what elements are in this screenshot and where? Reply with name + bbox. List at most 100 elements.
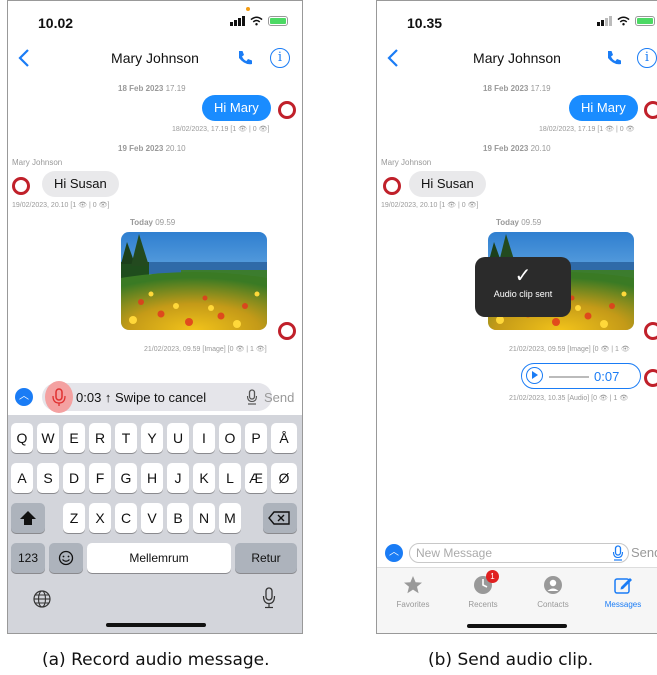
caption-a: (a) Record audio message.: [42, 650, 270, 670]
privacy-indicator: [246, 7, 250, 11]
key[interactable]: A: [11, 463, 33, 493]
message-meta: 18/02/2023, 17.19 [1 👁 | 0 👁]: [172, 126, 270, 133]
key[interactable]: Å: [271, 423, 297, 453]
phone-screen-record: 10.02 Mary Johnson i 18 Feb 2023 17.19 H…: [7, 0, 303, 634]
toast-notification: ✓ Audio clip sent: [475, 257, 571, 317]
message-meta: 19/02/2023, 20.10 [1 👁 | 0 👁]: [12, 202, 110, 209]
tab-bar: Favorites 1 Recents Contacts Messages: [377, 567, 657, 633]
home-indicator: [467, 624, 567, 628]
tulip-field-image: [121, 232, 267, 330]
avatar: [383, 177, 401, 195]
backspace-icon: [268, 511, 290, 525]
key[interactable]: X: [89, 503, 111, 533]
dictation-microphone-icon[interactable]: [262, 587, 276, 609]
incoming-message[interactable]: Hi Susan: [42, 171, 119, 197]
key[interactable]: E: [63, 423, 85, 453]
audio-duration: 0:07: [594, 369, 620, 384]
key[interactable]: U: [167, 423, 189, 453]
emoji-icon: [58, 550, 74, 566]
signal-icon: [597, 16, 612, 26]
sender-name: Mary Johnson: [381, 158, 432, 167]
key[interactable]: Y: [141, 423, 163, 453]
key[interactable]: G: [115, 463, 137, 493]
date-separator: 18 Feb 2023 17.19: [483, 84, 551, 93]
status-icons: [597, 16, 655, 26]
toast-text: Audio clip sent: [493, 289, 553, 299]
nav-bar: Mary Johnson i: [8, 39, 302, 77]
emoji-key[interactable]: [49, 543, 83, 573]
key[interactable]: M: [219, 503, 241, 533]
expand-chevron-icon[interactable]: ︿: [15, 388, 33, 406]
record-button[interactable]: [45, 381, 73, 413]
globe-icon[interactable]: [32, 589, 52, 609]
key[interactable]: Q: [11, 423, 33, 453]
info-icon[interactable]: i: [637, 48, 657, 68]
key[interactable]: L: [219, 463, 241, 493]
audio-progress-track[interactable]: [549, 376, 589, 378]
image-message[interactable]: [121, 232, 267, 330]
key[interactable]: K: [193, 463, 215, 493]
send-button[interactable]: Send: [264, 390, 294, 405]
key[interactable]: Æ: [245, 463, 267, 493]
tab-recents[interactable]: 1 Recents: [451, 570, 515, 609]
key[interactable]: D: [63, 463, 85, 493]
key[interactable]: J: [167, 463, 189, 493]
status-time: 10.35: [407, 15, 443, 31]
play-icon[interactable]: [526, 367, 543, 384]
notification-badge: 1: [486, 570, 499, 583]
key[interactable]: H: [141, 463, 163, 493]
key[interactable]: T: [115, 423, 137, 453]
microphone-icon: [52, 388, 66, 406]
sender-name: Mary Johnson: [12, 158, 63, 167]
microphone-icon[interactable]: [246, 389, 258, 405]
avatar: [644, 322, 657, 340]
key[interactable]: Z: [63, 503, 85, 533]
key[interactable]: N: [193, 503, 215, 533]
key[interactable]: P: [245, 423, 267, 453]
space-key[interactable]: Mellemrum: [87, 543, 231, 573]
backspace-key[interactable]: [263, 503, 297, 533]
contact-name: Mary Johnson: [111, 50, 199, 66]
send-button[interactable]: Send: [631, 545, 657, 560]
key[interactable]: O: [219, 423, 241, 453]
info-icon[interactable]: i: [270, 48, 290, 68]
key[interactable]: B: [167, 503, 189, 533]
star-icon: [404, 576, 422, 594]
microphone-icon[interactable]: [612, 545, 624, 561]
key[interactable]: C: [115, 503, 137, 533]
outgoing-message[interactable]: Hi Mary: [569, 95, 638, 121]
key[interactable]: Ø: [271, 463, 297, 493]
message-input[interactable]: New Message: [409, 543, 629, 563]
key[interactable]: W: [37, 423, 59, 453]
date-separator: 19 Feb 2023 20.10: [118, 144, 186, 153]
shift-key[interactable]: [11, 503, 45, 533]
tab-messages[interactable]: Messages: [591, 574, 655, 609]
status-bar: 10.35: [377, 1, 657, 35]
expand-chevron-icon[interactable]: ︿: [385, 544, 403, 562]
outgoing-message[interactable]: Hi Mary: [202, 95, 271, 121]
compose-icon: [614, 578, 632, 594]
tab-favorites[interactable]: Favorites: [381, 574, 445, 609]
key[interactable]: F: [89, 463, 111, 493]
audio-message[interactable]: 0:07: [521, 363, 641, 389]
caption-b: (b) Send audio clip.: [428, 650, 594, 670]
key[interactable]: S: [37, 463, 59, 493]
return-key[interactable]: Retur: [235, 543, 297, 573]
status-bar: 10.02: [8, 1, 302, 35]
key[interactable]: R: [89, 423, 111, 453]
numbers-key[interactable]: 123: [11, 543, 45, 573]
person-icon: [544, 576, 562, 594]
message-meta: 21/02/2023, 09.59 [Image] [0 👁 | 1 👁]: [144, 346, 267, 353]
recording-timer: 0:03 ↑ Swipe to cancel: [76, 390, 207, 405]
avatar: [278, 101, 296, 119]
key[interactable]: I: [193, 423, 215, 453]
incoming-message[interactable]: Hi Susan: [409, 171, 486, 197]
tab-contacts[interactable]: Contacts: [521, 574, 585, 609]
keyboard: Q W E R T Y U I O P Å A S D F G H J K L …: [8, 415, 302, 633]
date-separator: 19 Feb 2023 20.10: [483, 144, 551, 153]
phone-call-icon[interactable]: [236, 49, 254, 67]
date-separator: Today 09.59: [130, 218, 176, 227]
avatar: [278, 322, 296, 340]
key[interactable]: V: [141, 503, 163, 533]
phone-call-icon[interactable]: [605, 49, 623, 67]
